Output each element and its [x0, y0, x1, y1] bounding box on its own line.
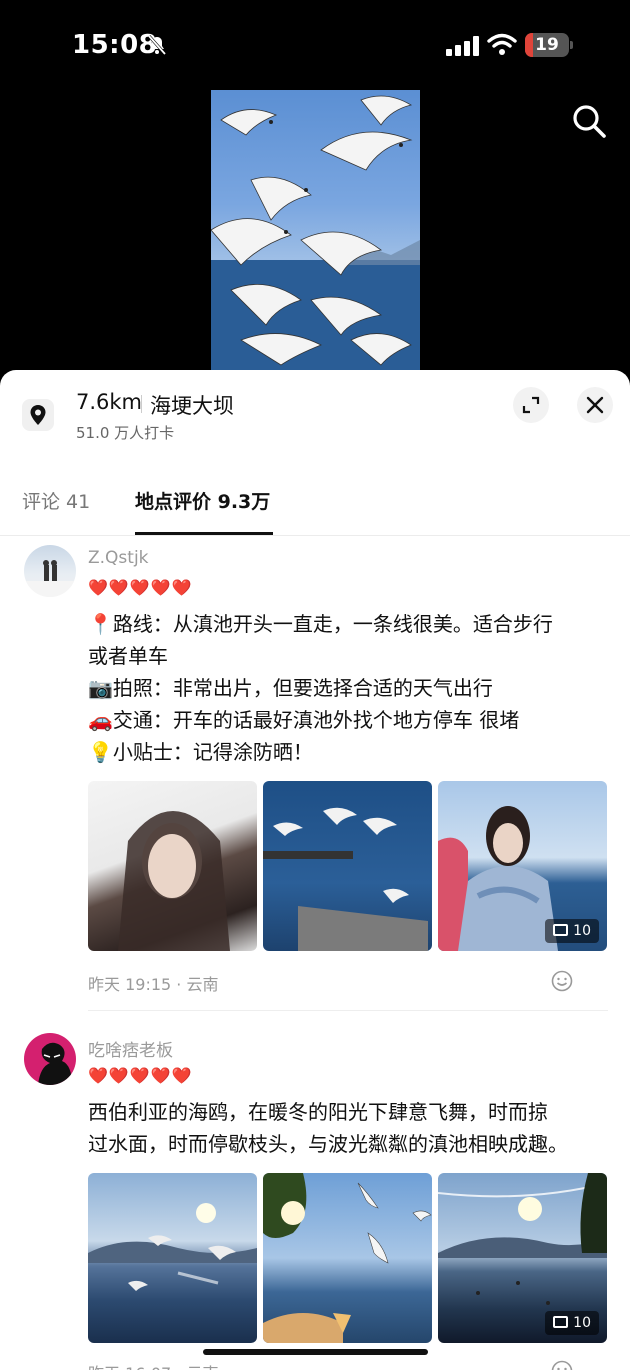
review-line: 🚗交通：开车的话最好滇池外找个地方停车 很堵	[88, 708, 520, 732]
review-line: 📍路线：从滇池开头一直走，一条线很美。适合步行	[88, 612, 553, 636]
location-sheet: 7.6km 海埂大坝 51.0 万人打卡 评论 41 地点评价 9.3万 Z.Q…	[0, 370, 630, 1370]
home-indicator[interactable]	[203, 1349, 428, 1355]
gallery-icon	[553, 1316, 569, 1328]
avatar[interactable]	[24, 1033, 76, 1085]
close-icon	[586, 396, 604, 414]
review-line: 💡小贴士：记得涂防晒！	[88, 740, 313, 764]
location-pin-icon	[22, 399, 54, 431]
review-line: 或者单车	[88, 644, 168, 668]
review-line: 西伯利亚的海鸥，在暖冬的阳光下肆意飞舞，时而掠	[88, 1100, 548, 1124]
review-text: 📍路线：从滇池开头一直走，一条线很美。适合步行 或者单车 📷拍照：非常出片，但要…	[88, 608, 608, 768]
checkin-count: 51.0 万人打卡	[76, 424, 175, 442]
photo-count: 10	[573, 1315, 591, 1331]
expand-icon	[522, 396, 540, 414]
photo-count-badge: 10	[545, 1311, 599, 1335]
photo-count-badge: 10	[545, 919, 599, 943]
username[interactable]: Z.Qstjk	[88, 548, 149, 568]
tab-comments[interactable]: 评论 41	[22, 487, 90, 514]
gallery-icon	[553, 924, 569, 936]
expand-button[interactable]	[513, 387, 549, 423]
close-button[interactable]	[577, 387, 613, 423]
status-bar: 15:08 19	[0, 0, 630, 90]
divider	[141, 395, 142, 413]
cellular-signal-icon	[446, 36, 479, 56]
emoji-reaction-icon[interactable]	[551, 1360, 573, 1370]
review-line: 📷拍照：非常出片，但要选择合适的天气出行	[88, 676, 493, 700]
rating-hearts: ❤️❤️❤️❤️❤️	[88, 578, 193, 597]
divider	[0, 535, 630, 536]
rating-hearts: ❤️❤️❤️❤️❤️	[88, 1066, 193, 1085]
photo-grid: 10	[88, 781, 608, 951]
seagulls-image	[211, 95, 420, 375]
wifi-icon	[487, 33, 517, 55]
mute-bell-icon	[147, 35, 167, 55]
tab-place-reviews[interactable]: 地点评价 9.3万	[135, 487, 270, 514]
emoji-reaction-icon[interactable]	[551, 970, 573, 992]
search-icon[interactable]	[570, 102, 608, 140]
review-photo[interactable]	[88, 1173, 257, 1343]
avatar[interactable]	[24, 545, 76, 597]
photo-grid: 10	[88, 1173, 608, 1343]
video-thumbnail[interactable]	[211, 90, 420, 375]
post-meta: 昨天 19:15 · 云南	[88, 975, 219, 994]
divider	[88, 1010, 608, 1011]
status-time: 15:08	[72, 30, 158, 60]
review-photo[interactable]	[88, 781, 257, 951]
location-distance: 7.6km	[76, 390, 143, 414]
battery-indicator: 19	[525, 33, 573, 57]
review-photo[interactable]: 10	[438, 781, 607, 951]
battery-percent: 19	[535, 35, 559, 55]
location-name[interactable]: 海埂大坝	[150, 390, 234, 420]
review-photo[interactable]	[263, 1173, 432, 1343]
post-meta: 昨天 16:07 · 云南	[88, 1360, 218, 1370]
review-line: 过水面，时而停歇枝头，与波光粼粼的滇池相映成趣。	[88, 1132, 568, 1156]
review-photo[interactable]: 10	[438, 1173, 607, 1343]
review-photo[interactable]	[263, 781, 432, 951]
review-text: 西伯利亚的海鸥，在暖冬的阳光下肆意飞舞，时而掠 过水面，时而停歇枝头，与波光粼粼…	[88, 1096, 608, 1160]
photo-count: 10	[573, 923, 591, 939]
username[interactable]: 吃啥痞老板	[88, 1036, 173, 1061]
